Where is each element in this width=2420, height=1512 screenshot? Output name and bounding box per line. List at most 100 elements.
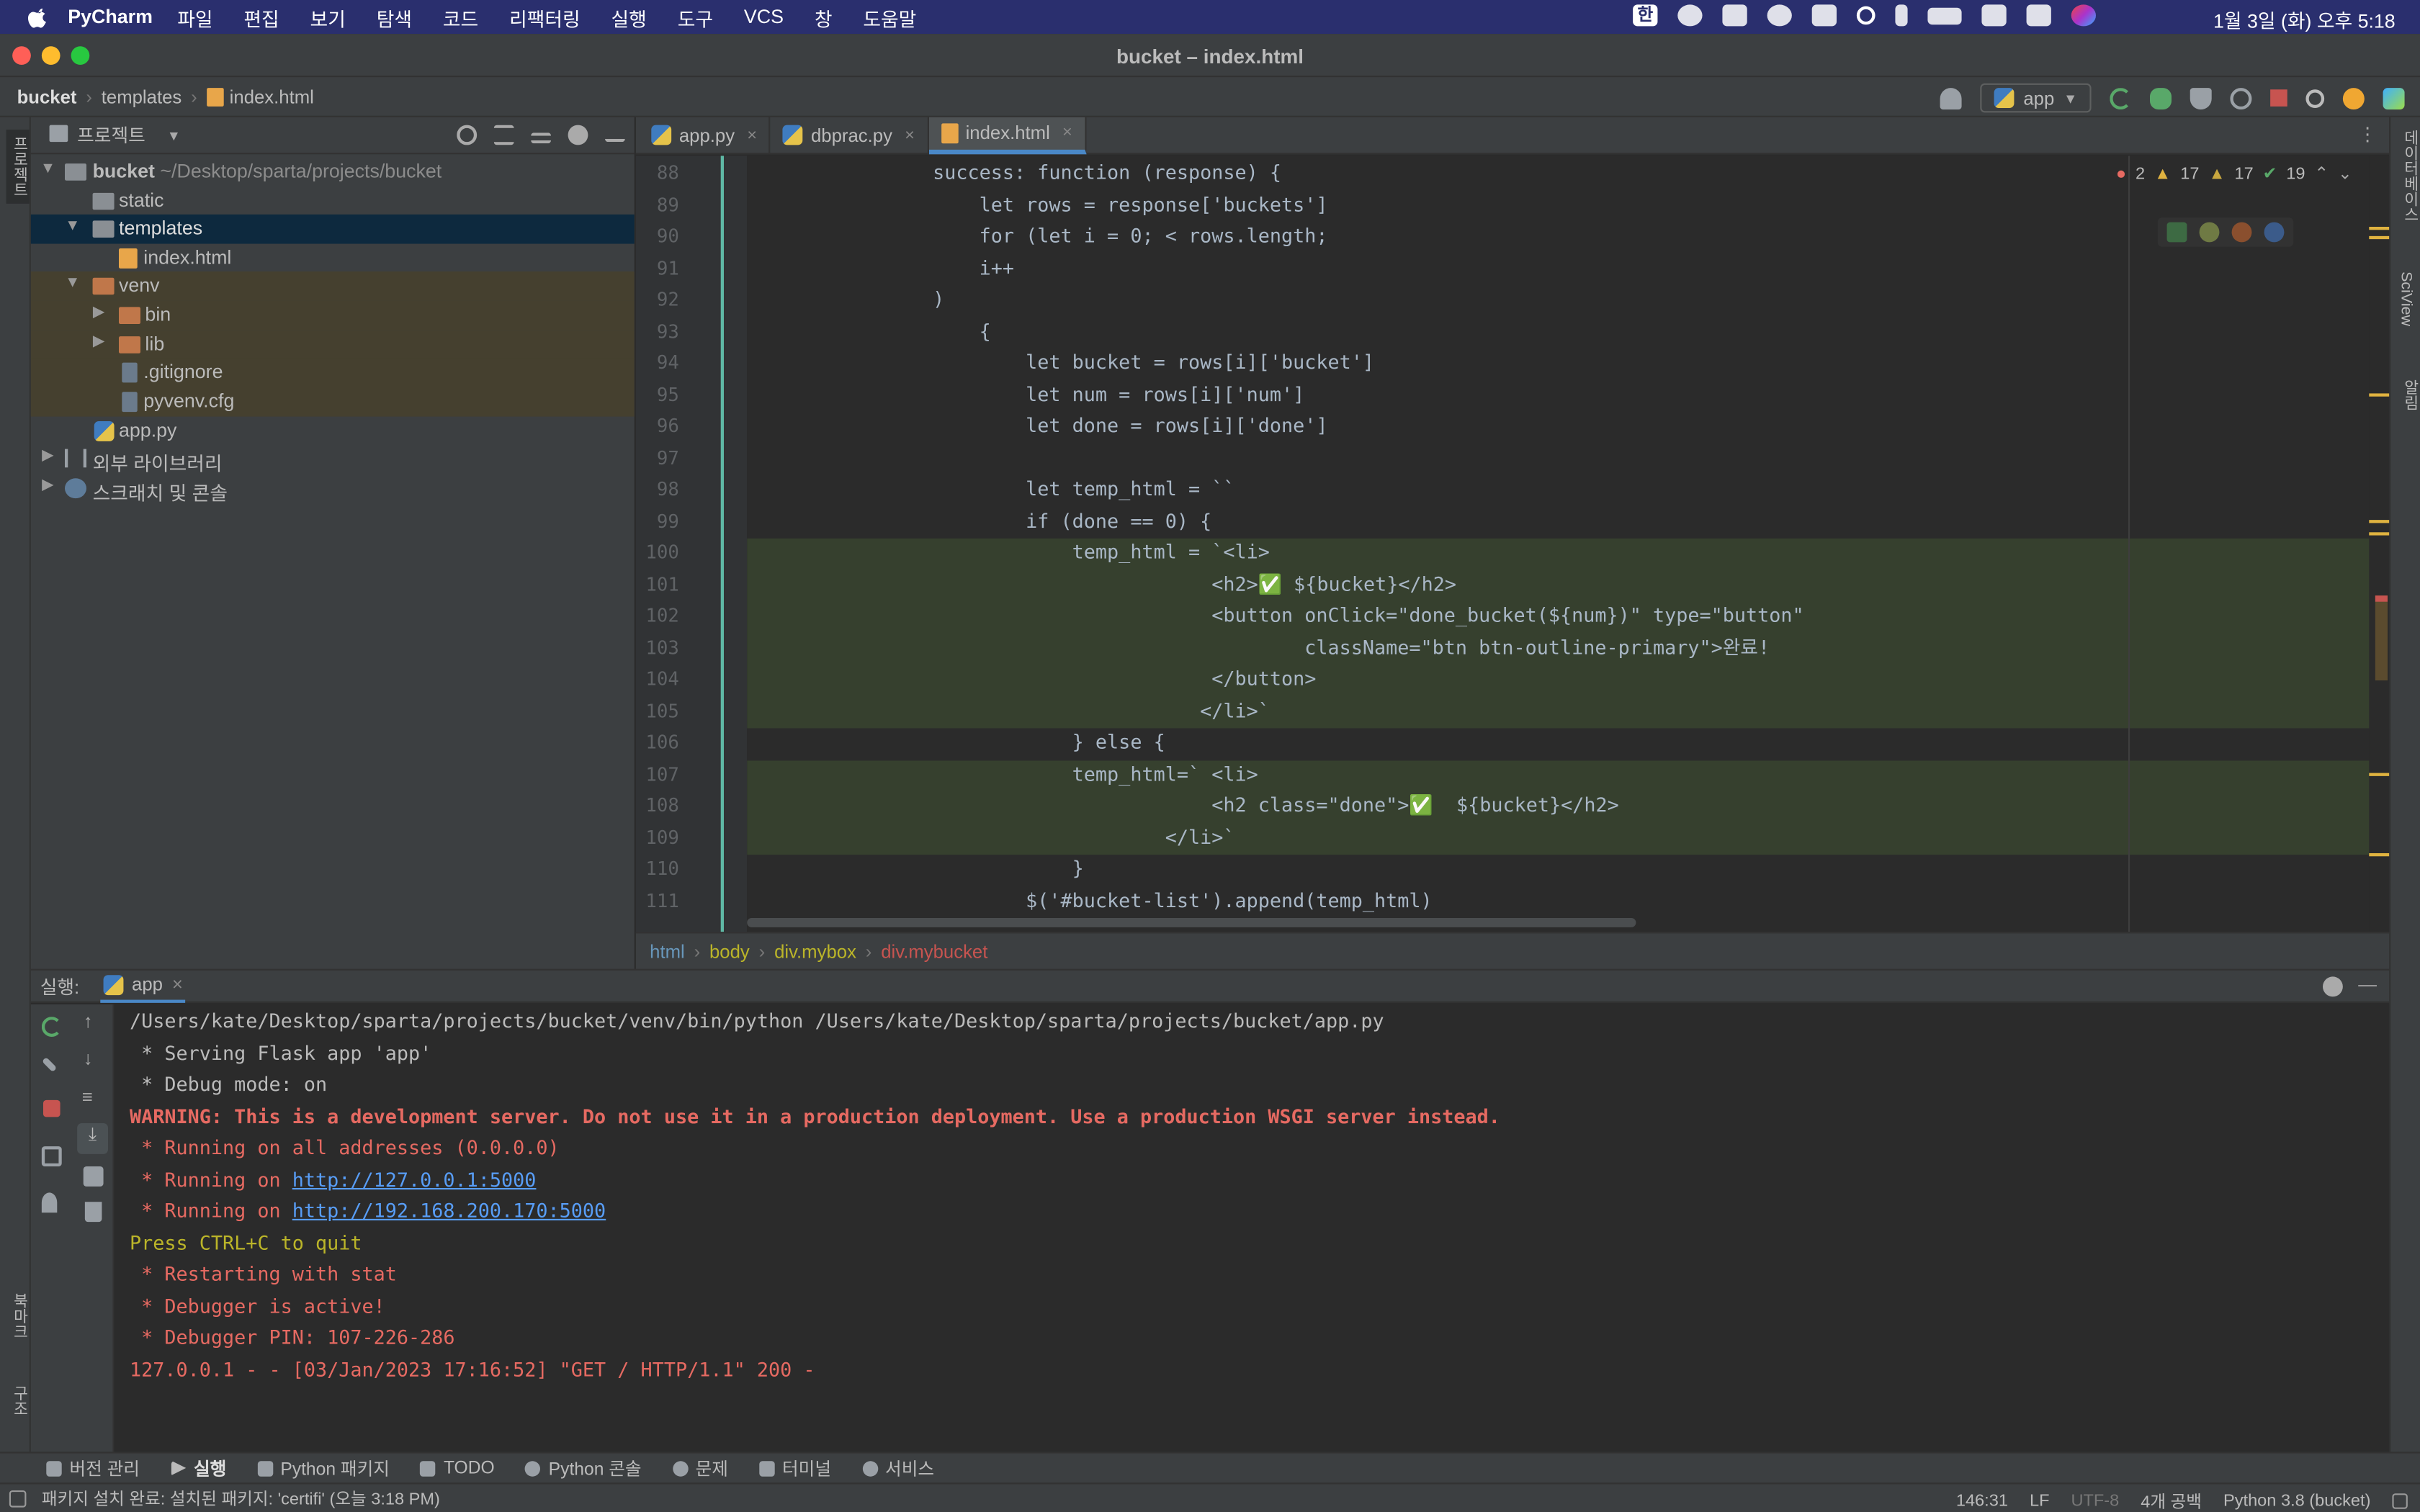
pin-icon[interactable] <box>41 1192 58 1213</box>
tool-todo[interactable]: TODO <box>420 1459 495 1477</box>
firefox-icon[interactable] <box>2231 222 2252 243</box>
tool-python-console[interactable]: Python 콘솔 <box>525 1456 642 1480</box>
chevron-right-icon[interactable]: ▶ <box>91 333 106 351</box>
tree-item-scratches[interactable]: ▶ 스크래치 및 콘솔 <box>31 474 635 505</box>
crumb-body[interactable]: body <box>709 940 750 962</box>
tree-item-bucket[interactable]: ▼ bucket ~/Desktop/sparta/projects/bucke… <box>31 158 635 186</box>
chevron-down-icon[interactable]: ▼ <box>65 274 80 292</box>
crumb-folder[interactable]: templates <box>102 86 182 107</box>
tree-item-lib[interactable]: ▶ lib <box>30 330 635 359</box>
menu-window[interactable]: 창 <box>815 2 833 32</box>
arrow-up-icon[interactable]: ↑ <box>84 1011 93 1032</box>
search-icon[interactable] <box>1856 6 1876 25</box>
input-method-icon[interactable]: 한 <box>1633 4 1658 27</box>
arrow-down-icon[interactable]: ↓ <box>84 1048 93 1069</box>
wrench-icon[interactable] <box>41 1056 58 1073</box>
app-menu[interactable]: PyCharm <box>68 6 153 28</box>
file-encoding[interactable]: UTF-8 <box>2071 1492 2119 1511</box>
pycharm-browser-icon[interactable] <box>2166 222 2187 243</box>
safari-icon[interactable] <box>2264 222 2285 243</box>
gear-icon[interactable] <box>2323 976 2343 997</box>
menu-help[interactable]: 도움말 <box>863 2 916 32</box>
tree-item-index-html[interactable]: index.html <box>31 244 635 273</box>
tool-version-control[interactable]: 버전 관리 <box>46 1456 140 1480</box>
tree-item-app-py[interactable]: app.py <box>31 417 635 446</box>
update-icon[interactable] <box>2342 87 2365 109</box>
collapse-all-icon[interactable] <box>531 132 551 143</box>
indent-setting[interactable]: 4개 공백 <box>2141 1489 2202 1512</box>
chevron-down-icon[interactable]: ▼ <box>40 161 55 178</box>
tree-item-pyvenv-cfg[interactable]: pyvenv.cfg <box>30 387 635 416</box>
profile-icon[interactable] <box>2230 87 2252 109</box>
crumb-html[interactable]: html <box>650 940 685 962</box>
chat-icon[interactable] <box>1677 4 1703 27</box>
stop-icon[interactable] <box>2270 89 2287 107</box>
menu-refactor[interactable]: 리팩터링 <box>509 2 581 32</box>
notifications-tool-button[interactable]: 알림 <box>2397 379 2420 410</box>
tool-windows-icon[interactable] <box>9 1489 27 1507</box>
project-view-label[interactable]: 프로젝트 <box>77 122 145 148</box>
error-stripe[interactable] <box>2369 156 2390 932</box>
chevron-down-icon[interactable]: ▼ <box>65 217 80 235</box>
layout-icon[interactable] <box>1811 4 1837 27</box>
menu-edit[interactable]: 편집 <box>243 2 279 32</box>
lock-icon[interactable] <box>2392 1493 2408 1509</box>
menu-vcs[interactable]: VCS <box>744 6 784 28</box>
crumb-div-mybucket[interactable]: div.mybucket <box>881 940 987 962</box>
close-icon[interactable]: × <box>172 973 183 995</box>
crumb-project[interactable]: bucket <box>17 86 77 107</box>
soft-wrap-icon[interactable]: ≡ <box>82 1086 93 1108</box>
inspection-widget[interactable]: ● 2 ▲ 17 ▲ 17 ✔ 19 ⌃ ⌄ <box>2116 163 2352 184</box>
chevron-down-icon[interactable]: ▼ <box>167 127 181 143</box>
trash-icon[interactable] <box>84 1202 102 1223</box>
code-editor[interactable]: success: function (response) { let rows … <box>747 156 2390 932</box>
minimize-icon[interactable]: — <box>2358 973 2377 995</box>
tree-item-external-libraries[interactable]: ▶ 외부 라이브러리 <box>31 444 635 475</box>
more-tabs-icon[interactable]: ⋮ <box>2358 123 2377 145</box>
status-message[interactable]: 패키지 설치 완료: 설치된 패키지: 'certifi' (오늘 3:18 P… <box>42 1486 440 1511</box>
chevron-up-icon[interactable]: ⌃ <box>2314 163 2329 184</box>
close-icon[interactable]: × <box>905 126 915 145</box>
line-separator[interactable]: LF <box>2030 1492 2050 1511</box>
expand-all-icon[interactable] <box>493 125 514 145</box>
structure-tool-button[interactable]: 구조 <box>6 1385 30 1416</box>
lan-link[interactable]: http://192.168.200.170:5000 <box>292 1199 606 1222</box>
menu-code[interactable]: 코드 <box>443 2 478 32</box>
tool-problems[interactable]: 문제 <box>672 1456 728 1480</box>
tree-item-bin[interactable]: ▶ bin <box>30 300 635 330</box>
run-tab-app[interactable]: app × <box>101 969 187 1003</box>
rerun-icon[interactable] <box>2110 87 2132 109</box>
menu-tools[interactable]: 도구 <box>678 2 713 32</box>
chrome-icon[interactable] <box>2199 222 2220 243</box>
user-icon[interactable] <box>1940 87 1962 109</box>
gear-icon[interactable] <box>568 125 588 145</box>
jetbrains-icon[interactable] <box>2383 87 2405 109</box>
bluetooth-icon[interactable] <box>1895 4 1908 27</box>
tree-item-static[interactable]: static <box>31 186 635 215</box>
control-center-icon[interactable] <box>2026 4 2051 27</box>
hide-icon[interactable] <box>605 129 625 142</box>
tree-item-templates[interactable]: ▼ templates <box>30 214 635 243</box>
sciview-tool-button[interactable]: SciView <box>2397 271 2414 326</box>
horizontal-scrollbar[interactable] <box>747 918 1636 927</box>
python-interpreter[interactable]: Python 3.8 (bucket) <box>2223 1492 2370 1511</box>
coverage-icon[interactable] <box>2190 87 2212 109</box>
chevron-right-icon[interactable]: ▶ <box>91 304 106 321</box>
chevron-right-icon[interactable]: ▶ <box>40 477 55 494</box>
crumb-file[interactable]: index.html <box>230 86 314 107</box>
chevron-down-icon[interactable]: ⌄ <box>2338 163 2352 184</box>
database-tool-button[interactable]: 데이터베이스 <box>2397 130 2420 222</box>
tree-item-gitignore[interactable]: .gitignore <box>30 358 635 387</box>
stop-icon[interactable] <box>43 1099 60 1117</box>
tree-item-venv[interactable]: ▼ venv <box>30 271 635 301</box>
layout-icon[interactable] <box>41 1146 62 1166</box>
menu-navigate[interactable]: 탐색 <box>377 2 412 32</box>
scroll-to-end-icon[interactable]: ⤓ <box>77 1123 108 1154</box>
battery-icon[interactable] <box>1927 6 1962 24</box>
run-config-select[interactable]: app ▼ <box>1980 83 2092 113</box>
project-tool-button[interactable]: 프로젝트 <box>6 130 30 204</box>
wifi-icon[interactable] <box>1981 4 2007 27</box>
rerun-icon[interactable] <box>41 1017 62 1037</box>
close-icon[interactable]: × <box>747 126 757 145</box>
tool-services[interactable]: 서비스 <box>861 1456 934 1480</box>
